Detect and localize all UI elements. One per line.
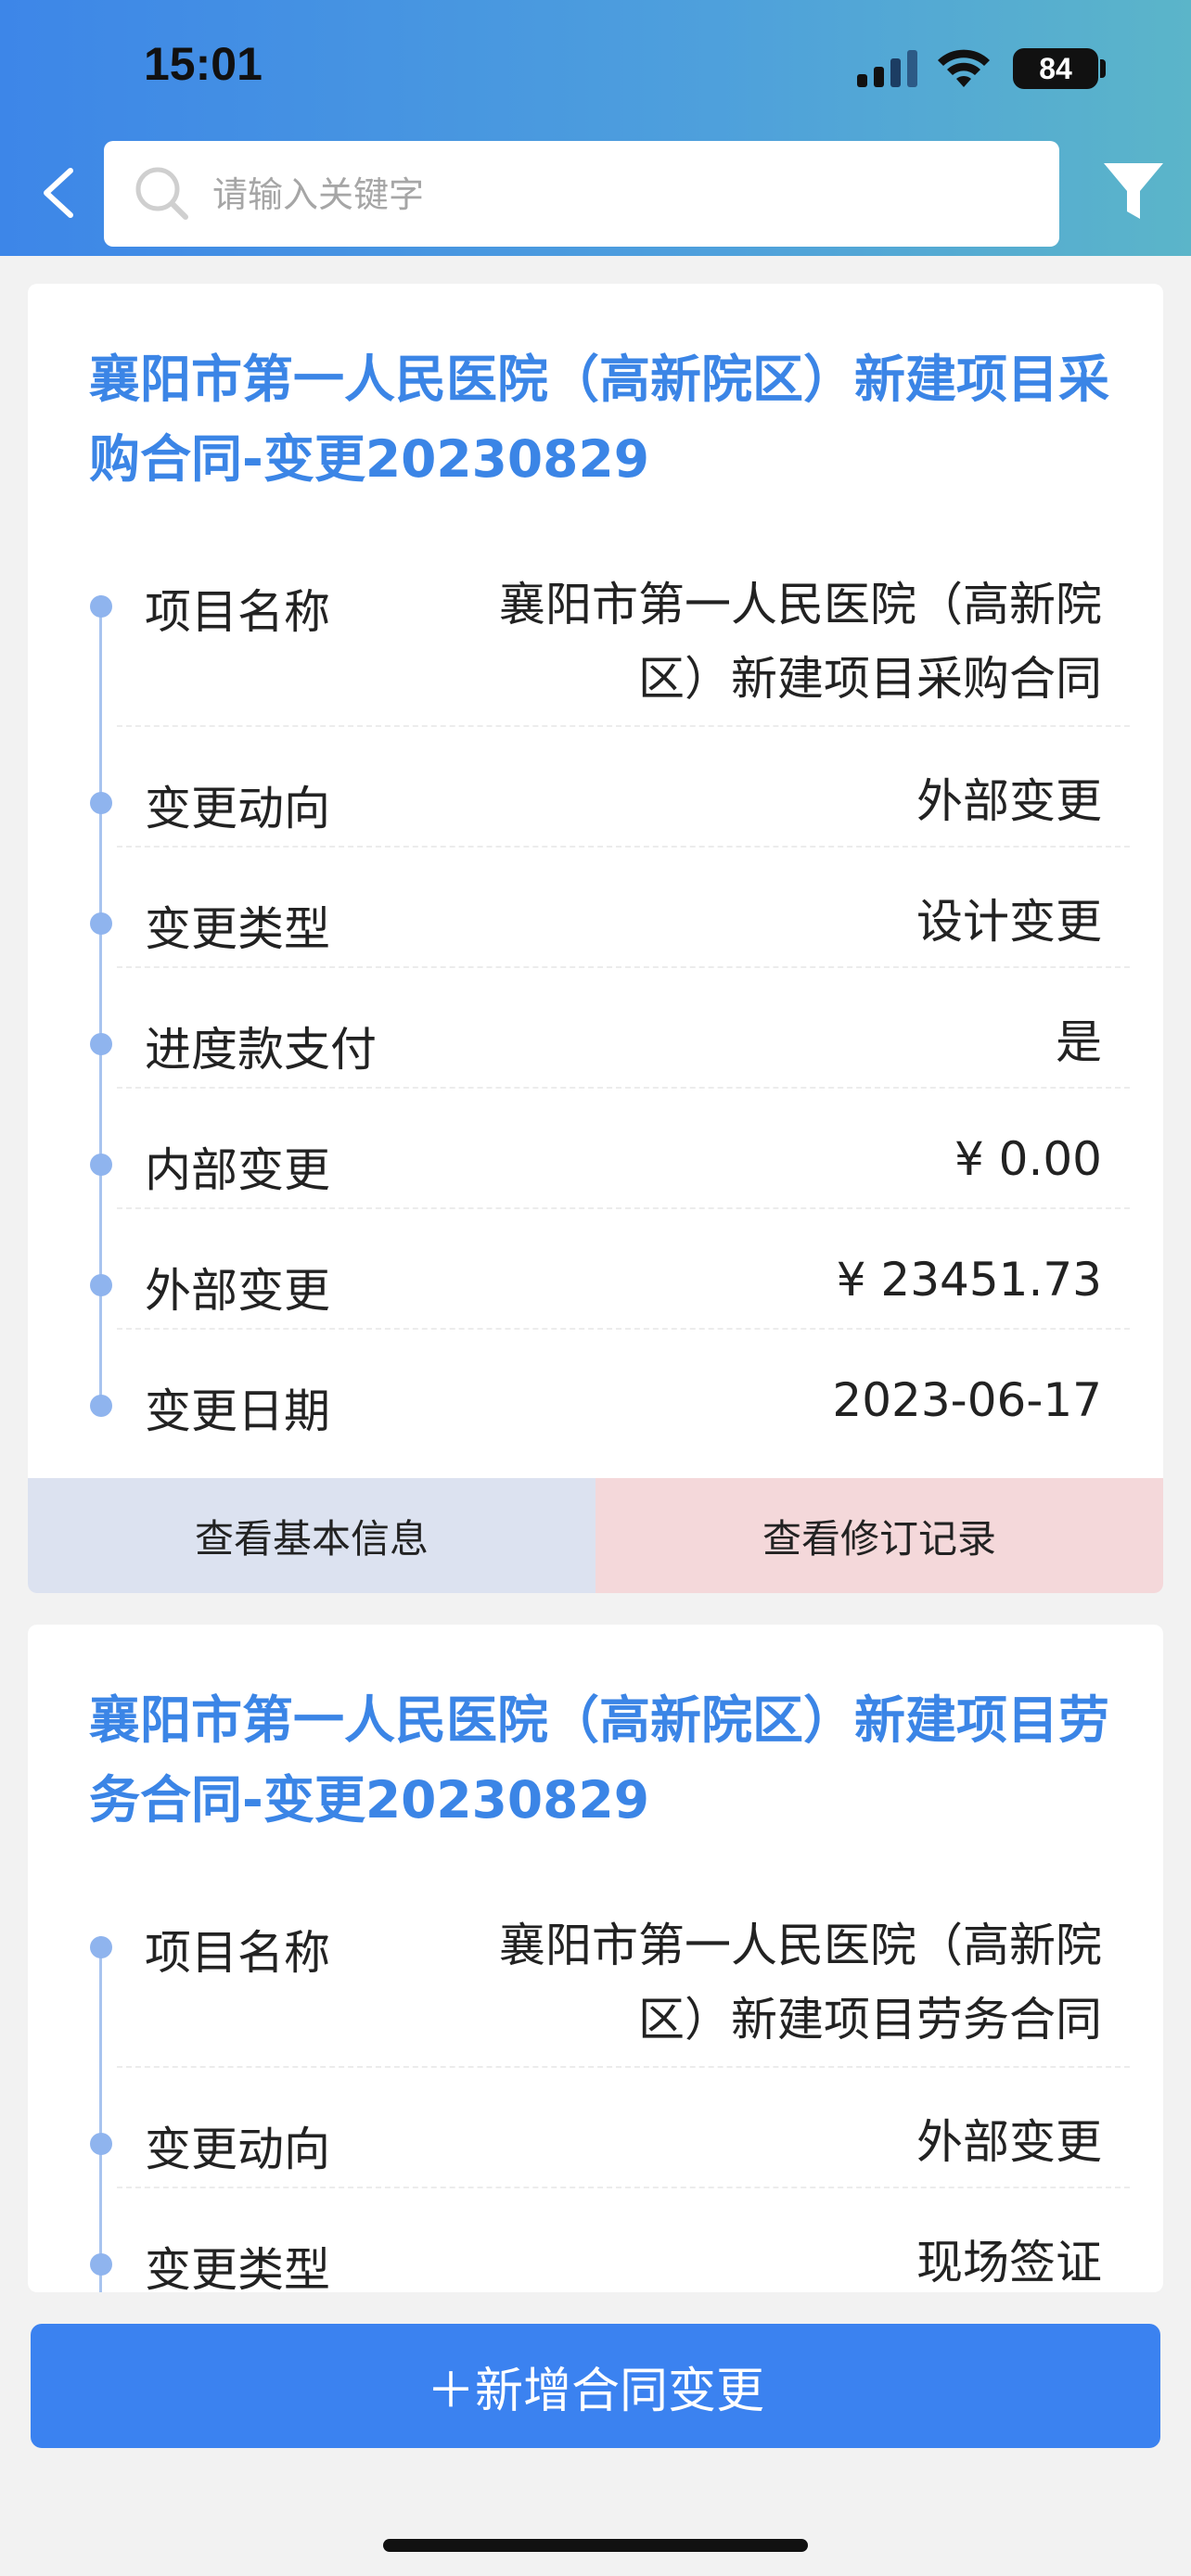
view-revision-history-button[interactable]: 查看修订记录 [596,1478,1163,1593]
divider [117,1207,1130,1209]
field-value: 是 [1056,1015,1102,1069]
timeline-dot [90,1033,112,1055]
divider [117,1087,1130,1089]
header: 15:01 84 [0,0,1191,256]
filter-icon[interactable] [1102,158,1165,224]
field-label: 变更动向 [145,2123,330,2176]
timeline-dot [90,1936,112,1958]
wifi-icon [938,49,990,87]
field-value: ¥ 0.00 [954,1132,1102,1186]
field-label: 项目名称 [145,585,330,639]
timeline-dot [90,2253,112,2276]
timeline-dot [90,595,112,618]
contract-change-card[interactable]: 襄阳市第一人民医院（高新院区）新建项目采购合同-变更20230829 项目名称 … [28,284,1163,1593]
timeline-dot [90,1274,112,1296]
field-label: 外部变更 [145,1264,330,1318]
add-contract-change-button[interactable]: ＋新增合同变更 [31,2324,1160,2448]
contract-change-card[interactable]: 襄阳市第一人民医院（高新院区）新建项目劳务合同-变更20230829 项目名称 … [28,1625,1163,2292]
field-value: 外部变更 [916,2115,1102,2169]
field-value: 2023-06-17 [832,1373,1102,1427]
timeline-dot [90,2133,112,2155]
field-label: 变更类型 [145,2243,330,2292]
divider [117,1328,1130,1330]
card-title[interactable]: 襄阳市第一人民医院（高新院区）新建项目采购合同-变更20230829 [89,339,1109,499]
field-value: 现场签证 [916,2236,1102,2289]
card-title[interactable]: 襄阳市第一人民医院（高新院区）新建项目劳务合同-变更20230829 [89,1680,1109,1840]
field-label: 内部变更 [145,1143,330,1197]
search-icon [135,167,188,220]
field-value: ¥ 23451.73 [836,1253,1102,1307]
divider [117,966,1130,968]
divider [117,2187,1130,2188]
field-label: 进度款支付 [145,1023,377,1077]
battery-icon: 84 [1013,48,1098,89]
field-value: 设计变更 [916,895,1102,949]
view-basic-info-button[interactable]: 查看基本信息 [28,1478,596,1593]
timeline-dot [90,912,112,935]
field-value: 外部变更 [916,774,1102,828]
timeline-dot [90,792,112,814]
field-value: 襄阳市第一人民医院（高新院区）新建项目采购合同 [499,578,1102,706]
divider [117,2066,1130,2068]
timeline-dot [90,1154,112,1176]
field-label: 变更类型 [145,902,330,956]
timeline-dot [90,1395,112,1417]
battery-tip [1100,59,1106,78]
divider [117,725,1130,727]
field-value: 襄阳市第一人民医院（高新院区）新建项目劳务合同 [499,1919,1102,2047]
timeline-line [99,1936,102,2292]
divider [117,846,1130,848]
search-bar[interactable] [104,141,1059,249]
back-icon[interactable] [35,165,82,221]
cellular-signal-icon [857,50,917,87]
field-label: 变更动向 [145,782,330,835]
search-input[interactable] [211,141,1031,249]
field-label: 变更日期 [145,1384,330,1438]
status-time: 15:01 [144,38,263,90]
field-label: 项目名称 [145,1926,330,1980]
home-indicator [383,2539,808,2552]
